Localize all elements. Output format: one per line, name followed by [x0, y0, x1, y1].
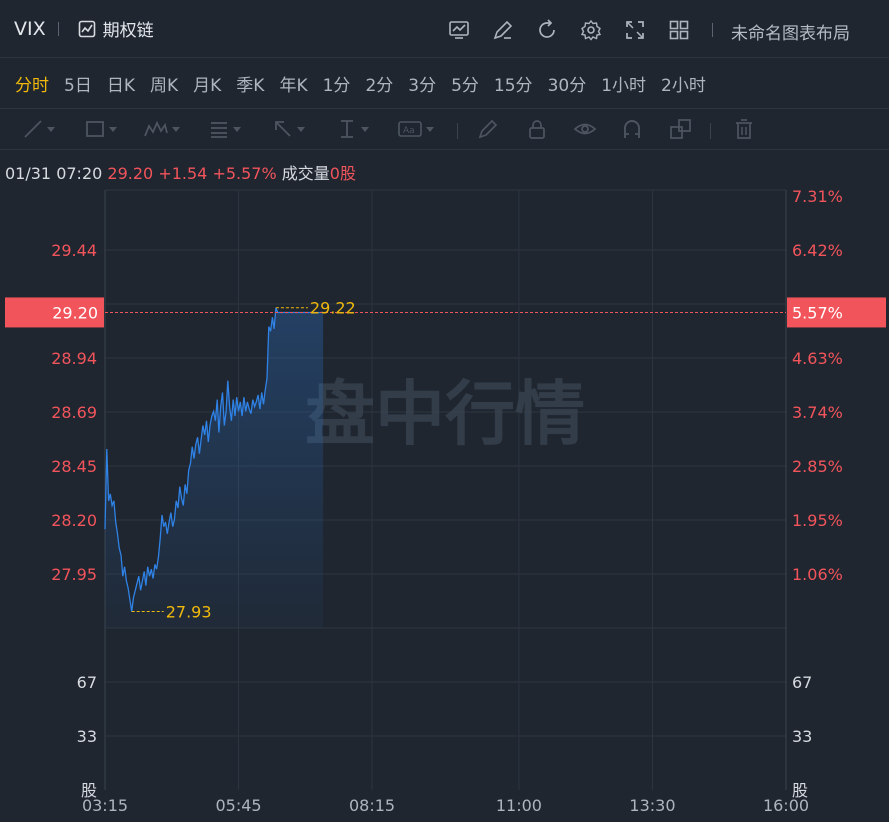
y-tick-label-right: 1.06%: [792, 565, 843, 584]
pattern-icon[interactable]: [143, 117, 180, 141]
tab-daily[interactable]: 日K: [107, 71, 135, 96]
tab-yearly[interactable]: 年K: [279, 71, 307, 96]
tab-quarterly[interactable]: 季K: [236, 71, 264, 96]
svg-text:Aa: Aa: [403, 126, 415, 136]
current-pct-tag: 5.57%: [792, 303, 843, 322]
period-tabs: 分时 5日 日K 周K 月K 季K 年K 1分 2分 3分 5分 15分 30分…: [0, 60, 721, 106]
fib-icon[interactable]: [208, 117, 241, 141]
tab-weekly[interactable]: 周K: [150, 71, 178, 96]
tab-15min[interactable]: 15分: [494, 71, 533, 96]
option-chain-button[interactable]: 期权链: [77, 16, 154, 41]
divider: [712, 23, 713, 37]
divider: [57, 21, 59, 36]
volume-tick-label-right: 67: [792, 673, 812, 692]
y-tick-label-right: 2.85%: [792, 457, 843, 476]
current-price-tag: 29.20: [52, 303, 98, 322]
y-tick-label-right: 1.95%: [792, 511, 843, 530]
y-tick-label-left: 27.95: [51, 565, 97, 584]
y-tick-label-left: 28.69: [51, 403, 97, 422]
x-tick-label: 16:00: [763, 796, 809, 815]
trash-icon[interactable]: [733, 117, 755, 141]
trend-line-icon[interactable]: [22, 117, 55, 141]
eye-icon[interactable]: [573, 117, 597, 141]
volume-tick-label-left: 67: [77, 673, 97, 692]
symbol-name[interactable]: VIX: [14, 18, 46, 40]
fullscreen-icon[interactable]: [620, 16, 649, 44]
watermark: 盘中行情: [305, 373, 585, 455]
volume-tick-label-left: 33: [77, 727, 97, 746]
toolbar-icons: [444, 16, 693, 44]
lock-icon[interactable]: [526, 117, 548, 141]
x-tick-label: 11:00: [496, 796, 542, 815]
y-tick-label-left: 28.45: [51, 457, 97, 476]
settings-icon[interactable]: [576, 16, 605, 44]
tab-5min[interactable]: 5分: [451, 71, 479, 96]
chart-indicator-icon[interactable]: [444, 16, 473, 44]
pencil-icon[interactable]: [477, 117, 499, 141]
drawing-toolbar: Aa: [0, 108, 889, 150]
edit-icon[interactable]: [488, 16, 517, 44]
y-tick-label-left: 29.44: [51, 241, 97, 260]
y-tick-label-right: 4.63%: [792, 349, 843, 368]
arrow-icon[interactable]: [272, 117, 305, 141]
y-tick-label-right: 6.42%: [792, 241, 843, 260]
tab-30min[interactable]: 30分: [548, 71, 587, 96]
tab-monthly[interactable]: 月K: [193, 71, 221, 96]
divider: [457, 123, 458, 139]
top-toolbar: VIX 期权链 未命名图表布局: [0, 0, 889, 58]
high-marker-label: 29.22: [310, 299, 356, 318]
option-chain-icon: [78, 20, 95, 37]
magnet-icon[interactable]: [621, 117, 643, 141]
tab-2hour[interactable]: 2小时: [661, 71, 706, 96]
tab-1min[interactable]: 1分: [323, 71, 351, 96]
tab-5day[interactable]: 5日: [64, 71, 92, 96]
layout-name-button[interactable]: 未命名图表布局: [731, 19, 850, 44]
chart-axes: 29.44 28.94 28.69 28.45 28.20 27.95 7.31% 6.42%…: [51, 187, 843, 815]
y-tick-label-left: 28.94: [51, 349, 97, 368]
divider: [710, 123, 711, 139]
refresh-icon[interactable]: [532, 16, 561, 44]
tab-intraday[interactable]: 分时: [15, 71, 49, 96]
clone-icon[interactable]: [669, 117, 693, 141]
text-icon[interactable]: Aa: [397, 117, 434, 141]
tab-2min[interactable]: 2分: [365, 71, 393, 96]
y-tick-label-right: 7.31%: [792, 187, 843, 206]
low-marker-label: 27.93: [166, 603, 212, 622]
rectangle-icon[interactable]: [84, 117, 117, 141]
volume-tick-label-right: 33: [792, 727, 812, 746]
grid-layout-icon[interactable]: [664, 16, 693, 44]
tab-1hour[interactable]: 1小时: [601, 71, 646, 96]
price-chart[interactable]: 盘中行情 29.20 5.57% 29.22 27.93 29.44 28.94 28.6…: [0, 180, 889, 822]
chart-marks: 29.20 5.57% 29.22 27.93: [5, 297, 886, 622]
y-tick-label-left: 28.20: [51, 511, 97, 530]
x-tick-label: 05:45: [215, 796, 261, 815]
y-tick-label-right: 3.74%: [792, 403, 843, 422]
x-tick-label: 08:15: [349, 796, 395, 815]
tab-3min[interactable]: 3分: [408, 71, 436, 96]
x-tick-label: 13:30: [629, 796, 675, 815]
x-tick-label: 03:15: [82, 796, 128, 815]
measure-icon[interactable]: [336, 117, 369, 141]
option-chain-label: 期权链: [102, 21, 154, 41]
